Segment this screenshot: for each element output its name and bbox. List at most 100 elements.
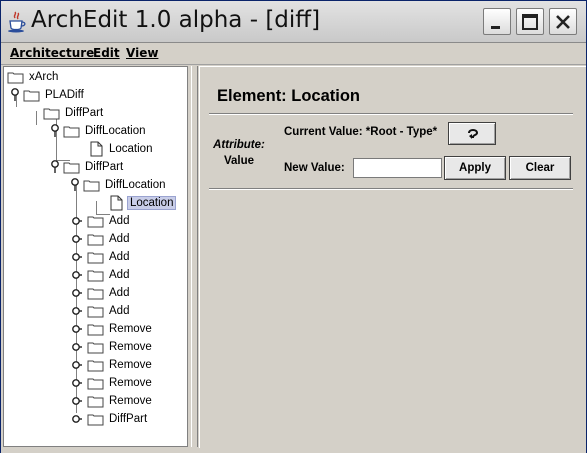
tree-node-label: Remove	[109, 377, 152, 389]
menu-edit[interactable]: Edit	[93, 46, 120, 60]
collapsed-toggle-icon[interactable]	[70, 286, 84, 300]
tree-node[interactable]: DiffPart	[43, 104, 105, 122]
tree-node[interactable]: DiffLocation	[70, 176, 168, 194]
close-button[interactable]	[549, 8, 577, 35]
new-value-label: New Value:	[284, 162, 345, 174]
apply-button[interactable]: Apply	[444, 156, 506, 180]
tree-node-label: xArch	[29, 71, 59, 83]
collapsed-toggle-icon[interactable]	[70, 214, 84, 228]
collapsed-toggle-icon[interactable]	[70, 340, 84, 354]
window-title: ArchEdit 1.0 alpha - [diff]	[31, 7, 321, 33]
maximize-icon	[522, 14, 538, 30]
tree-node-label: DiffPart	[109, 413, 148, 425]
tree-node[interactable]: DiffPart	[70, 410, 149, 428]
window-bottom-edge	[1, 448, 586, 453]
type-chooser-icon	[468, 129, 479, 139]
tree-node-label: Remove	[109, 323, 152, 335]
tree-node[interactable]: Remove	[70, 374, 154, 392]
app-window: ArchEdit 1.0 alpha - [diff] Architecture…	[0, 0, 587, 453]
type-chooser-button[interactable]	[448, 122, 496, 145]
title-bar[interactable]: ArchEdit 1.0 alpha - [diff]	[1, 1, 586, 43]
divider	[209, 113, 573, 115]
collapsed-toggle-icon[interactable]	[70, 376, 84, 390]
collapsed-toggle-icon[interactable]	[70, 304, 84, 318]
folder-icon	[63, 126, 80, 137]
collapsed-toggle-icon[interactable]	[70, 322, 84, 336]
collapsed-toggle-icon[interactable]	[70, 412, 84, 426]
tree-node[interactable]: DiffPart	[50, 158, 125, 176]
tree-node-selected[interactable]: Location	[110, 194, 177, 212]
tree-node[interactable]: DiffLocation	[50, 122, 148, 140]
folder-icon	[87, 324, 104, 335]
tree-node[interactable]: Add	[70, 248, 131, 266]
collapsed-toggle-icon[interactable]	[70, 250, 84, 264]
tree-connector	[36, 111, 37, 125]
tree-node[interactable]: Add	[70, 212, 131, 230]
tree-node[interactable]: PLADiff	[10, 86, 86, 104]
collapsed-toggle-icon[interactable]	[70, 394, 84, 408]
element-title: Element: Location	[217, 87, 361, 105]
tree-node-label: Add	[109, 233, 130, 245]
document-icon	[90, 141, 103, 157]
current-value-label: Current Value: *Root - Type*	[284, 126, 438, 138]
expanded-toggle-icon[interactable]	[50, 160, 60, 174]
tree-node[interactable]: Location	[90, 140, 154, 158]
folder-icon	[87, 396, 104, 407]
tree-node[interactable]: Add	[70, 302, 131, 320]
menu-bar: Architecture Edit View	[1, 43, 586, 65]
tree-node[interactable]: Add	[70, 266, 131, 284]
tree-node[interactable]: xArch	[7, 68, 60, 86]
tree-node-label: DiffLocation	[85, 125, 146, 137]
folder-icon	[87, 270, 104, 281]
folder-icon	[63, 162, 80, 173]
tree-node-label: Add	[109, 215, 130, 227]
minimize-button[interactable]	[483, 8, 511, 35]
tree-node[interactable]: Remove	[70, 392, 154, 410]
new-value-input[interactable]	[353, 158, 442, 178]
menu-architecture[interactable]: Architecture	[10, 46, 94, 60]
folder-icon	[7, 72, 24, 83]
architecture-tree[interactable]: xArch PLADiff DiffPart DiffLocation Loca…	[3, 66, 188, 447]
tree-node-label: DiffPart	[65, 107, 104, 119]
collapsed-toggle-icon[interactable]	[70, 268, 84, 282]
expanded-toggle-icon[interactable]	[10, 88, 20, 102]
tree-node[interactable]: Remove	[70, 320, 154, 338]
attribute-label: Attribute:	[213, 139, 265, 151]
folder-icon	[23, 90, 40, 101]
folder-icon	[87, 360, 104, 371]
tree-node[interactable]: Remove	[70, 338, 154, 356]
tree-node[interactable]: Remove	[70, 356, 154, 374]
folder-icon	[87, 342, 104, 353]
tree-node[interactable]: Add	[70, 230, 131, 248]
folder-icon	[87, 414, 104, 425]
collapsed-toggle-icon[interactable]	[70, 232, 84, 246]
folder-icon	[87, 216, 104, 227]
tree-node-label: Add	[109, 251, 130, 263]
close-icon	[556, 15, 570, 29]
tree-node-label: DiffLocation	[105, 179, 166, 191]
minimize-icon	[491, 26, 500, 29]
divider	[209, 188, 573, 190]
collapsed-toggle-icon[interactable]	[70, 358, 84, 372]
folder-icon	[83, 180, 100, 191]
folder-icon	[87, 252, 104, 263]
tree-node-label: PLADiff	[45, 89, 84, 101]
clear-button[interactable]: Clear	[509, 156, 571, 180]
panel-splitter[interactable]	[191, 66, 198, 447]
tree-node-label: Location	[109, 143, 153, 155]
attribute-value-label: Attribute: Value	[212, 137, 266, 169]
maximize-button[interactable]	[516, 8, 544, 35]
tree-node-label: Add	[109, 305, 130, 317]
expanded-toggle-icon[interactable]	[70, 178, 80, 192]
expanded-toggle-icon[interactable]	[50, 124, 60, 138]
folder-icon	[43, 108, 60, 119]
element-editor-panel: Element: Location Attribute: Value Curre…	[199, 66, 586, 450]
folder-icon	[87, 234, 104, 245]
menu-view[interactable]: View	[126, 46, 158, 60]
folder-icon	[87, 306, 104, 317]
tree-node-label: Location	[127, 196, 177, 210]
tree-node-label: Add	[109, 269, 130, 281]
tree-node-label: Add	[109, 287, 130, 299]
tree-node-label: Remove	[109, 395, 152, 407]
tree-node[interactable]: Add	[70, 284, 131, 302]
